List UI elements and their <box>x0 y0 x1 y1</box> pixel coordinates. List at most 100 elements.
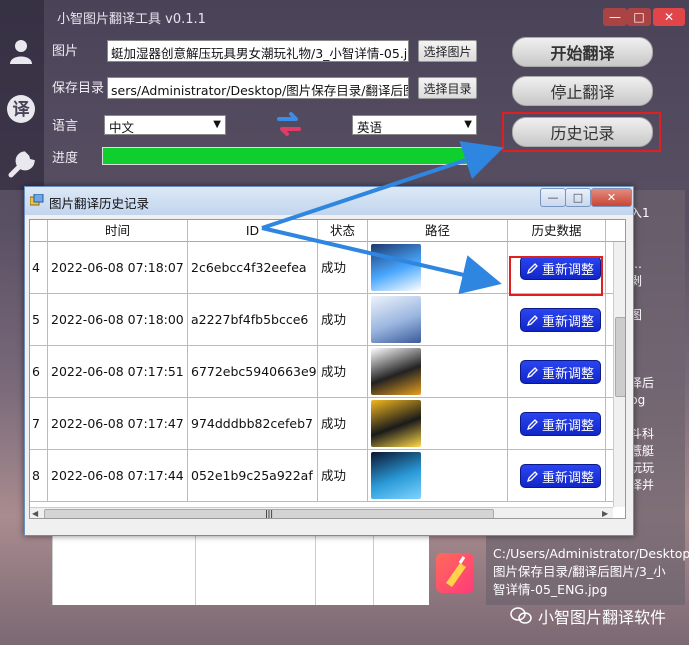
cell-status: 成功 <box>318 242 368 294</box>
save-dir-label: 保存目录 <box>52 81 105 96</box>
close-button[interactable]: ✕ <box>653 8 685 26</box>
scroll-right-icon[interactable]: ▶ <box>602 509 608 518</box>
choose-dir-button[interactable]: 选择目录 <box>418 77 477 99</box>
watermark: 小智图片翻译软件 <box>510 604 666 628</box>
progress-bar <box>102 147 478 165</box>
minimize-button[interactable]: — <box>603 8 627 26</box>
maximize-button[interactable]: □ <box>627 8 651 26</box>
dialog-close-button[interactable]: ✕ <box>591 188 632 207</box>
minimize-icon: — <box>547 191 559 204</box>
vertical-scroll-thumb[interactable] <box>615 317 625 397</box>
readjust-button[interactable]: 重新调整 <box>520 412 601 436</box>
thumbnail-image[interactable] <box>371 348 421 395</box>
cell-id: 052e1b9c25a922af <box>188 450 318 502</box>
pen-icon <box>526 314 538 326</box>
close-icon: ✕ <box>663 10 675 24</box>
readjust-button[interactable]: 重新调整 <box>520 360 601 384</box>
table-row[interactable]: 6 2022-06-08 07:17:51 6772ebc5940663e9 成功 重新… <box>30 346 625 398</box>
table-header: 时间 ID 状态 路径 历史数据 <box>30 220 625 242</box>
source-language-value: 中文 <box>109 120 135 135</box>
cell-time: 2022-06-08 07:17:51 <box>48 346 188 398</box>
scroll-left-icon[interactable]: ◀ <box>32 509 38 518</box>
cell-id: a2227bf4fb5bcce6 <box>188 294 318 346</box>
horizontal-scrollbar[interactable]: ◀ ||| ▶ <box>30 507 613 518</box>
cell-time: 2022-06-08 07:18:07 <box>48 242 188 294</box>
cell-path <box>368 450 508 502</box>
chevron-down-icon: ▼ <box>464 119 472 130</box>
cell-path <box>368 346 508 398</box>
cell-path <box>368 398 508 450</box>
close-icon: ✕ <box>606 191 617 204</box>
pen-icon <box>526 470 538 482</box>
table-row[interactable]: 5 2022-06-08 07:18:00 a2227bf4fb5bcce6 成功 重新… <box>30 294 625 346</box>
pen-icon <box>526 418 538 430</box>
main-table-area <box>52 530 429 605</box>
horizontal-scroll-thumb[interactable]: ||| <box>44 509 494 518</box>
readjust-button[interactable]: 重新调整 <box>520 464 601 488</box>
dialog-titlebar[interactable]: 图片翻译历史记录 — □ ✕ <box>25 187 633 215</box>
user-icon[interactable] <box>6 36 36 66</box>
chevron-down-icon: ▼ <box>213 119 221 130</box>
column-header[interactable]: 历史数据 <box>508 220 606 242</box>
cell-status: 成功 <box>318 450 368 502</box>
cell-status: 成功 <box>318 294 368 346</box>
sidebar: 译 <box>0 0 44 190</box>
swap-arrows-icon[interactable] <box>276 110 302 138</box>
table-row[interactable]: 8 2022-06-08 07:17:44 052e1b9c25a922af 成功 重新… <box>30 450 625 502</box>
readjust-button[interactable]: 重新调整 <box>520 308 601 332</box>
cell-status: 成功 <box>318 398 368 450</box>
readjust-label: 重新调整 <box>541 418 594 434</box>
thumbnail-image[interactable] <box>371 400 421 447</box>
image-path-input[interactable]: 蜓加湿器创意解压玩具男女潮玩礼物/3_小智详情-05.jpg <box>107 40 409 62</box>
dialog-minimize-button[interactable]: — <box>540 188 566 207</box>
column-header[interactable]: 路径 <box>368 220 508 242</box>
readjust-label: 重新调整 <box>541 470 594 486</box>
history-highlight-box <box>502 112 661 152</box>
cell-index: 8 <box>30 450 48 502</box>
main-window: 译 小智图片翻译工具 v0.1.1 — □ ✕ 图片 蜓加湿器创意解压玩具男女潮… <box>0 0 689 645</box>
readjust-label: 重新调整 <box>541 314 594 330</box>
cell-id: 6772ebc5940663e9 <box>188 346 318 398</box>
cell-time: 2022-06-08 07:18:00 <box>48 294 188 346</box>
column-header[interactable]: 时间 <box>48 220 188 242</box>
start-translate-button[interactable]: 开始翻译 <box>512 37 653 67</box>
language-label: 语言 <box>52 119 79 134</box>
vertical-scrollbar[interactable] <box>613 242 625 507</box>
column-header[interactable]: ID <box>188 220 318 242</box>
minimize-icon: — <box>609 10 621 24</box>
cell-index: 7 <box>30 398 48 450</box>
cell-id: 2c6ebcc4f32eefea <box>188 242 318 294</box>
target-language-value: 英语 <box>357 120 383 135</box>
log-output-path: C:/Users/Administrator/Desktop/图片保存目录/翻译… <box>493 546 689 597</box>
stop-translate-button[interactable]: 停止翻译 <box>512 76 653 106</box>
column-header[interactable] <box>30 220 48 242</box>
wrench-icon[interactable] <box>6 150 36 180</box>
dialog-title: 图片翻译历史记录 <box>49 196 150 211</box>
history-dialog: 图片翻译历史记录 — □ ✕ 时间 ID 状态 路径 历史数据 4 2022-06-08 … <box>24 186 634 536</box>
maximize-icon: □ <box>572 191 584 204</box>
cell-index: 6 <box>30 346 48 398</box>
dialog-maximize-button[interactable]: □ <box>565 188 591 207</box>
cell-id: 974dddbb82cefeb7 <box>188 398 318 450</box>
table-row[interactable]: 7 2022-06-08 07:17:47 974dddbb82cefeb7 成功 重新… <box>30 398 625 450</box>
cell-index: 4 <box>30 242 48 294</box>
svg-text:译: 译 <box>13 100 31 120</box>
cell-path <box>368 242 508 294</box>
clean-icon[interactable] <box>436 553 474 593</box>
target-language-select[interactable]: 英语 ▼ <box>352 115 477 135</box>
wechat-icon <box>510 607 532 624</box>
thumbnail-image[interactable] <box>371 452 421 499</box>
source-language-select[interactable]: 中文 ▼ <box>104 115 226 135</box>
dialog-app-icon <box>30 194 44 206</box>
translate-icon[interactable]: 译 <box>6 94 36 124</box>
app-title: 小智图片翻译工具 v0.1.1 <box>57 12 206 27</box>
thumbnail-image[interactable] <box>371 244 421 291</box>
watermark-text: 小智图片翻译软件 <box>538 608 667 627</box>
column-header[interactable]: 状态 <box>318 220 368 242</box>
save-dir-input[interactable]: sers/Administrator/Desktop/图片保存目录/翻译后图片 <box>107 77 409 99</box>
image-label: 图片 <box>52 44 79 59</box>
progress-label: 进度 <box>52 151 79 166</box>
choose-image-button[interactable]: 选择图片 <box>418 40 477 62</box>
readjust-label: 重新调整 <box>541 366 594 382</box>
thumbnail-image[interactable] <box>371 296 421 343</box>
